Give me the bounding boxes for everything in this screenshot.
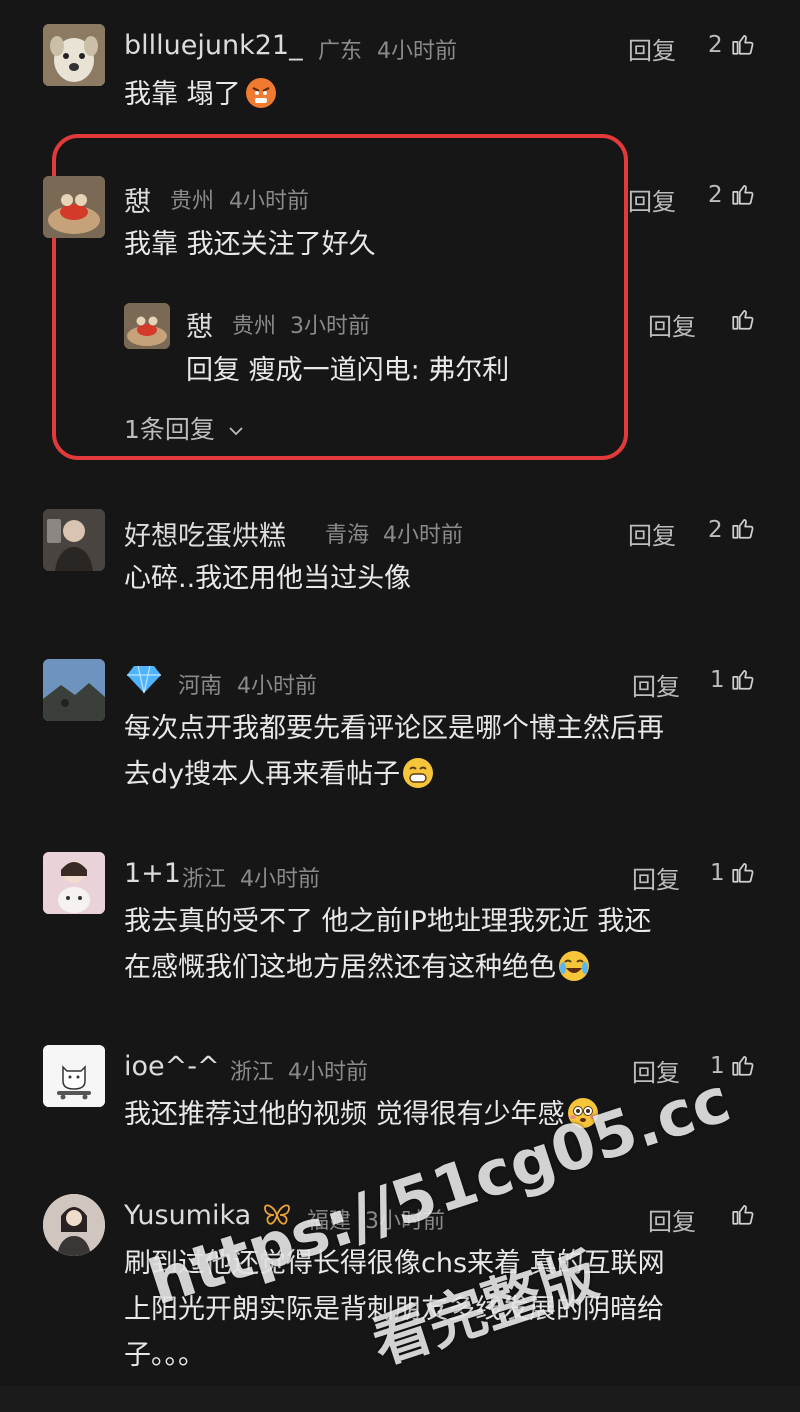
avatar[interactable] <box>43 659 105 721</box>
reply-username[interactable]: 憇 <box>186 305 213 344</box>
girl-avatar-icon <box>43 852 105 914</box>
reply-avatar[interactable] <box>124 303 170 349</box>
comment-text: 我靠 我还关注了好久 <box>124 229 376 260</box>
reply-button[interactable]: 回复 <box>648 1202 696 1237</box>
reply-region: 贵州 <box>232 314 277 339</box>
comment-region: 河南 <box>178 674 223 699</box>
thumbs-up-icon[interactable] <box>730 31 756 57</box>
thumbs-up-icon[interactable] <box>730 1201 756 1227</box>
username[interactable]: 好想吃蛋烘糕 <box>124 514 286 553</box>
avatar[interactable] <box>43 852 105 914</box>
avatar[interactable] <box>43 1045 105 1107</box>
thumbs-up-icon[interactable] <box>730 515 756 541</box>
comment-text-content: 我靠 塌了 <box>124 79 241 110</box>
reply-text: 回复 瘦成一道闪电: 弗尔利 <box>186 355 510 386</box>
cat-skateboard-avatar-icon <box>43 1045 105 1107</box>
comment-text: 我去真的受不了 他之前IP地址理我死近 我还 在感慨我们这地方居然还有这种绝色 <box>124 899 764 991</box>
reply-button[interactable]: 回复 <box>632 860 680 895</box>
comment-time: 4小时前 <box>288 1060 368 1085</box>
avatar[interactable] <box>43 509 105 571</box>
comment-time: 4小时前 <box>383 523 463 548</box>
thumbs-up-icon[interactable] <box>730 306 756 332</box>
reply-button[interactable]: 回复 <box>628 182 676 217</box>
comment-text-line: 我去真的受不了 他之前IP地址理我死近 我还 <box>124 906 652 937</box>
comment-text-line: 去dy搜本人再来看帖子 <box>124 752 764 798</box>
like-count: 2 <box>708 517 723 543</box>
username[interactable]: 1+1 <box>124 858 181 889</box>
username[interactable]: bllluejunk21_ <box>124 30 303 61</box>
comment-region: 青海 <box>325 523 370 548</box>
thumbs-up-icon[interactable] <box>730 859 756 885</box>
landscape-avatar-icon <box>43 659 105 721</box>
thumbs-up-icon[interactable] <box>730 181 756 207</box>
expand-replies-label: 1条回复 <box>124 415 215 444</box>
comment-time: 4小时前 <box>229 189 309 214</box>
cake-avatar-icon <box>124 303 170 349</box>
reply-time: 3小时前 <box>290 314 370 339</box>
comment-text-line: 在感慨我们这地方居然还有这种绝色 <box>124 945 764 991</box>
expand-replies-button[interactable]: 1条回复 <box>124 410 245 446</box>
reply-button[interactable]: 回复 <box>628 516 676 551</box>
comment-text: 每次点开我都要先看评论区是哪个博主然后再 去dy搜本人再来看帖子 <box>124 706 764 798</box>
comment-time: 4小时前 <box>240 867 320 892</box>
comment-time: 4小时前 <box>377 39 457 64</box>
comment-region: 浙江 <box>182 867 227 892</box>
thumbs-up-icon[interactable] <box>730 666 756 692</box>
angry-face-emoji-icon <box>245 78 276 108</box>
like-count: 2 <box>708 182 723 208</box>
avatar[interactable] <box>43 1194 105 1256</box>
comment-text-line: 每次点开我都要先看评论区是哪个博主然后再 <box>124 713 664 744</box>
comment-time: 4小时前 <box>237 674 317 699</box>
girl-avatar-icon <box>43 1194 105 1256</box>
cake-avatar-icon <box>43 176 105 238</box>
username[interactable]: ioe^-^ <box>124 1051 220 1082</box>
comment-region: 浙江 <box>230 1060 275 1085</box>
username[interactable]: 憇 <box>124 180 151 219</box>
laughing-crying-emoji-icon <box>559 951 589 981</box>
like-count: 1 <box>710 667 725 693</box>
reply-button[interactable]: 回复 <box>648 307 696 342</box>
chevron-down-icon <box>229 427 243 436</box>
like-count: 1 <box>710 860 725 886</box>
diamond-icon <box>127 665 161 694</box>
avatar[interactable] <box>43 24 105 86</box>
comment-text-content: 我还推荐过他的视频 觉得很有少年感 <box>124 1099 565 1130</box>
dog-avatar-icon <box>43 24 105 86</box>
person-avatar-icon <box>43 509 105 571</box>
comment-region: 贵州 <box>170 189 215 214</box>
comment-region: 广东 <box>318 39 363 64</box>
reply-button[interactable]: 回复 <box>632 667 680 702</box>
comment-text-content: 去dy搜本人再来看帖子 <box>124 759 401 790</box>
comment-text: 我靠 塌了 <box>124 72 764 118</box>
reply-button[interactable]: 回复 <box>628 31 676 66</box>
bottom-bar <box>0 1386 800 1412</box>
grinning-face-emoji-icon <box>403 758 434 788</box>
comment-text: 心碎..我还用他当过头像 <box>124 563 412 594</box>
avatar[interactable] <box>43 176 105 238</box>
comment-text-content: 在感慨我们这地方居然还有这种绝色 <box>124 952 556 983</box>
thumbs-up-icon[interactable] <box>730 1052 756 1078</box>
like-count: 2 <box>708 32 723 58</box>
